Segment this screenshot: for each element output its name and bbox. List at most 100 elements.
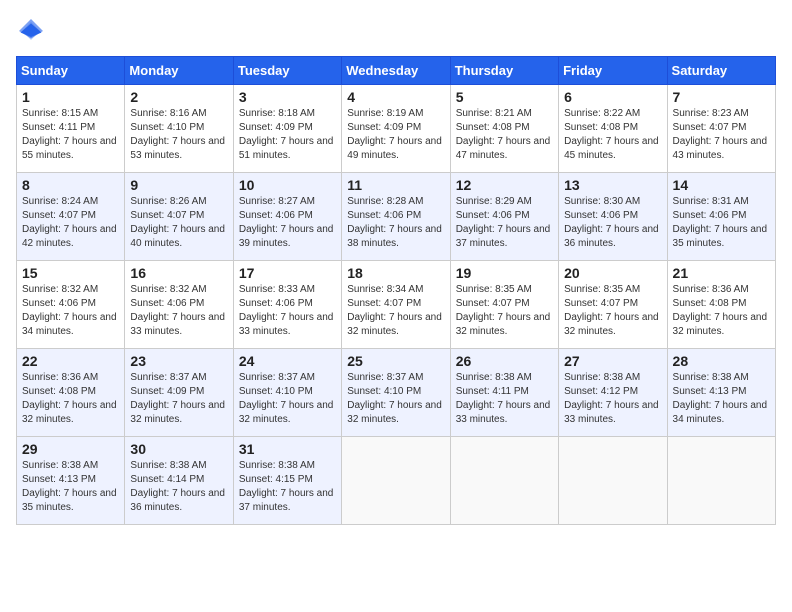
calendar-cell: 30 Sunrise: 8:38 AMSunset: 4:14 PMDayligh…	[125, 437, 233, 525]
day-number: 11	[347, 177, 444, 193]
day-number: 24	[239, 353, 336, 369]
calendar-cell: 15 Sunrise: 8:32 AMSunset: 4:06 PMDayligh…	[17, 261, 125, 349]
day-number: 23	[130, 353, 227, 369]
day-number: 14	[673, 177, 770, 193]
calendar-cell: 14 Sunrise: 8:31 AMSunset: 4:06 PMDayligh…	[667, 173, 775, 261]
day-info: Sunrise: 8:21 AMSunset: 4:08 PMDaylight:…	[456, 108, 551, 161]
day-number: 28	[673, 353, 770, 369]
day-info: Sunrise: 8:37 AMSunset: 4:09 PMDaylight:…	[130, 372, 225, 425]
calendar-week-row: 15 Sunrise: 8:32 AMSunset: 4:06 PMDayligh…	[17, 261, 776, 349]
calendar-cell: 24 Sunrise: 8:37 AMSunset: 4:10 PMDayligh…	[233, 349, 341, 437]
day-info: Sunrise: 8:30 AMSunset: 4:06 PMDaylight:…	[564, 196, 659, 249]
day-number: 7	[673, 89, 770, 105]
day-number: 26	[456, 353, 553, 369]
column-header-monday: Monday	[125, 57, 233, 85]
calendar-cell: 4 Sunrise: 8:19 AMSunset: 4:09 PMDaylight…	[342, 85, 450, 173]
day-info: Sunrise: 8:34 AMSunset: 4:07 PMDaylight:…	[347, 284, 442, 337]
calendar-cell: 26Sunrise: 8:38 AMSunset: 4:11 PMDayligh…	[450, 349, 558, 437]
page-header	[16, 16, 776, 46]
column-header-sunday: Sunday	[17, 57, 125, 85]
calendar-cell	[667, 437, 775, 525]
day-info: Sunrise: 8:16 AMSunset: 4:10 PMDaylight:…	[130, 108, 225, 161]
calendar-cell: 3Sunrise: 8:18 AMSunset: 4:09 PMDaylight…	[233, 85, 341, 173]
day-number: 13	[564, 177, 661, 193]
day-info: Sunrise: 8:38 AMSunset: 4:13 PMDaylight:…	[673, 372, 768, 425]
day-info: Sunrise: 8:38 AMSunset: 4:14 PMDaylight:…	[130, 460, 225, 513]
column-header-friday: Friday	[559, 57, 667, 85]
day-info: Sunrise: 8:38 AMSunset: 4:13 PMDaylight:…	[22, 460, 117, 513]
day-number: 20	[564, 265, 661, 281]
day-number: 25	[347, 353, 444, 369]
day-info: Sunrise: 8:26 AMSunset: 4:07 PMDaylight:…	[130, 196, 225, 249]
calendar-cell: 8Sunrise: 8:24 AMSunset: 4:07 PMDaylight…	[17, 173, 125, 261]
day-info: Sunrise: 8:38 AMSunset: 4:12 PMDaylight:…	[564, 372, 659, 425]
day-info: Sunrise: 8:28 AMSunset: 4:06 PMDaylight:…	[347, 196, 442, 249]
calendar-cell	[559, 437, 667, 525]
day-number: 3	[239, 89, 336, 105]
calendar-cell: 10 Sunrise: 8:27 AMSunset: 4:06 PMDayligh…	[233, 173, 341, 261]
day-number: 27	[564, 353, 661, 369]
day-number: 15	[22, 265, 119, 281]
day-number: 18	[347, 265, 444, 281]
calendar-cell: 9 Sunrise: 8:26 AMSunset: 4:07 PMDaylight…	[125, 173, 233, 261]
calendar-week-row: 22 Sunrise: 8:36 AMSunset: 4:08 PMDayligh…	[17, 349, 776, 437]
calendar-cell: 18 Sunrise: 8:34 AMSunset: 4:07 PMDayligh…	[342, 261, 450, 349]
calendar-cell: 16 Sunrise: 8:32 AMSunset: 4:06 PMDayligh…	[125, 261, 233, 349]
calendar-cell: 17 Sunrise: 8:33 AMSunset: 4:06 PMDayligh…	[233, 261, 341, 349]
calendar-cell: 25 Sunrise: 8:37 AMSunset: 4:10 PMDayligh…	[342, 349, 450, 437]
calendar-cell: 19 Sunrise: 8:35 AMSunset: 4:07 PMDayligh…	[450, 261, 558, 349]
calendar-cell: 6 Sunrise: 8:22 AMSunset: 4:08 PMDaylight…	[559, 85, 667, 173]
day-number: 12	[456, 177, 553, 193]
day-info: Sunrise: 8:19 AMSunset: 4:09 PMDaylight:…	[347, 108, 442, 161]
calendar-cell: 21Sunrise: 8:36 AMSunset: 4:08 PMDayligh…	[667, 261, 775, 349]
calendar-week-row: 8Sunrise: 8:24 AMSunset: 4:07 PMDaylight…	[17, 173, 776, 261]
day-info: Sunrise: 8:27 AMSunset: 4:06 PMDaylight:…	[239, 196, 334, 249]
day-info: Sunrise: 8:15 AMSunset: 4:11 PMDaylight:…	[22, 108, 117, 161]
day-info: Sunrise: 8:33 AMSunset: 4:06 PMDaylight:…	[239, 284, 334, 337]
calendar-cell: 11 Sunrise: 8:28 AMSunset: 4:06 PMDayligh…	[342, 173, 450, 261]
day-info: Sunrise: 8:22 AMSunset: 4:08 PMDaylight:…	[564, 108, 659, 161]
day-number: 10	[239, 177, 336, 193]
calendar-cell	[342, 437, 450, 525]
day-info: Sunrise: 8:24 AMSunset: 4:07 PMDaylight:…	[22, 196, 117, 249]
day-info: Sunrise: 8:38 AMSunset: 4:15 PMDaylight:…	[239, 460, 334, 513]
day-info: Sunrise: 8:37 AMSunset: 4:10 PMDaylight:…	[239, 372, 334, 425]
day-number: 16	[130, 265, 227, 281]
day-info: Sunrise: 8:35 AMSunset: 4:07 PMDaylight:…	[456, 284, 551, 337]
calendar-header-row: SundayMondayTuesdayWednesdayThursdayFrid…	[17, 57, 776, 85]
calendar-cell: 20 Sunrise: 8:35 AMSunset: 4:07 PMDayligh…	[559, 261, 667, 349]
day-info: Sunrise: 8:32 AMSunset: 4:06 PMDaylight:…	[130, 284, 225, 337]
day-number: 30	[130, 441, 227, 457]
calendar-cell: 22 Sunrise: 8:36 AMSunset: 4:08 PMDayligh…	[17, 349, 125, 437]
calendar-cell: 7 Sunrise: 8:23 AMSunset: 4:07 PMDaylight…	[667, 85, 775, 173]
calendar-cell: 13 Sunrise: 8:30 AMSunset: 4:06 PMDayligh…	[559, 173, 667, 261]
day-info: Sunrise: 8:37 AMSunset: 4:10 PMDaylight:…	[347, 372, 442, 425]
calendar-cell: 12Sunrise: 8:29 AMSunset: 4:06 PMDayligh…	[450, 173, 558, 261]
calendar-cell: 28 Sunrise: 8:38 AMSunset: 4:13 PMDayligh…	[667, 349, 775, 437]
logo	[16, 16, 50, 46]
column-header-tuesday: Tuesday	[233, 57, 341, 85]
day-info: Sunrise: 8:36 AMSunset: 4:08 PMDaylight:…	[22, 372, 117, 425]
calendar-cell: 2 Sunrise: 8:16 AMSunset: 4:10 PMDaylight…	[125, 85, 233, 173]
calendar-week-row: 29 Sunrise: 8:38 AMSunset: 4:13 PMDayligh…	[17, 437, 776, 525]
day-info: Sunrise: 8:23 AMSunset: 4:07 PMDaylight:…	[673, 108, 768, 161]
logo-icon	[16, 16, 46, 46]
day-info: Sunrise: 8:31 AMSunset: 4:06 PMDaylight:…	[673, 196, 768, 249]
day-number: 17	[239, 265, 336, 281]
day-info: Sunrise: 8:32 AMSunset: 4:06 PMDaylight:…	[22, 284, 117, 337]
day-number: 9	[130, 177, 227, 193]
calendar-week-row: 1Sunrise: 8:15 AMSunset: 4:11 PMDaylight…	[17, 85, 776, 173]
calendar-cell: 1Sunrise: 8:15 AMSunset: 4:11 PMDaylight…	[17, 85, 125, 173]
day-number: 5	[456, 89, 553, 105]
day-number: 4	[347, 89, 444, 105]
calendar-cell: 27 Sunrise: 8:38 AMSunset: 4:12 PMDayligh…	[559, 349, 667, 437]
day-number: 19	[456, 265, 553, 281]
day-number: 29	[22, 441, 119, 457]
calendar-cell: 31Sunrise: 8:38 AMSunset: 4:15 PMDayligh…	[233, 437, 341, 525]
day-number: 22	[22, 353, 119, 369]
day-number: 6	[564, 89, 661, 105]
calendar-cell: 5 Sunrise: 8:21 AMSunset: 4:08 PMDaylight…	[450, 85, 558, 173]
day-number: 2	[130, 89, 227, 105]
column-header-thursday: Thursday	[450, 57, 558, 85]
day-info: Sunrise: 8:35 AMSunset: 4:07 PMDaylight:…	[564, 284, 659, 337]
